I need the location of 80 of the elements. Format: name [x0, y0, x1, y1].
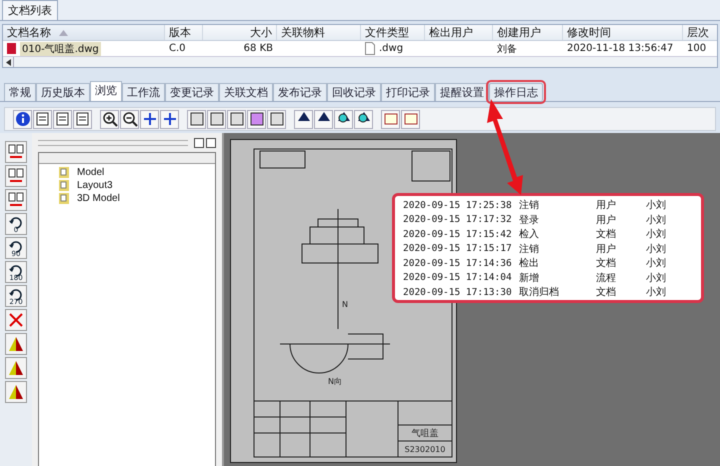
column-header[interactable]: 检出用户 — [425, 25, 493, 40]
compare-icon[interactable] — [5, 141, 27, 163]
log-action: 注销 — [519, 198, 540, 212]
tab[interactable]: 打印记录 — [381, 83, 435, 101]
layout-item[interactable]: Model — [39, 166, 215, 179]
sheet-icon — [59, 167, 69, 178]
log-time: 2020-09-15 17:15:42 — [403, 228, 513, 240]
mirror-icon[interactable] — [5, 333, 27, 355]
log-time: 2020-09-15 17:13:30 — [403, 286, 513, 298]
tab[interactable]: 浏览 — [90, 81, 122, 101]
tab[interactable]: 操作日志 — [489, 83, 543, 101]
tab[interactable]: 提醒设置 — [435, 83, 489, 101]
log-user: 小刘 — [646, 242, 667, 256]
file-icon — [7, 43, 16, 54]
log-object: 用户 — [596, 214, 617, 227]
column-header[interactable]: 创建用户 — [493, 25, 563, 40]
tab[interactable]: 发布记录 — [273, 83, 327, 101]
horizontal-scrollbar[interactable] — [3, 56, 717, 67]
tab[interactable]: 历史版本 — [36, 83, 90, 101]
log-action: 注销 — [519, 242, 540, 256]
document-list-tab[interactable]: 文档列表 — [2, 0, 58, 20]
document-icon — [365, 42, 375, 55]
log-action: 检出 — [519, 256, 540, 270]
log-action: 检入 — [519, 228, 540, 242]
column-header[interactable]: 文档名称 — [3, 25, 165, 40]
log-time: 2020-09-15 17:17:32 — [403, 214, 513, 226]
square-icon[interactable] — [207, 110, 226, 128]
table-cell: 68 KB — [244, 43, 273, 54]
scroll-left-icon[interactable] — [6, 58, 10, 66]
sheet-icon — [59, 193, 69, 204]
log-user: 小刘 — [646, 272, 667, 285]
layout-item[interactable]: 3D Model — [39, 192, 215, 205]
compare-icon[interactable] — [5, 165, 27, 187]
mirror-icon[interactable] — [5, 357, 27, 379]
zoom-in-icon[interactable] — [100, 110, 119, 128]
tab[interactable]: 回收记录 — [327, 83, 381, 101]
table-cell: 010-气咀盖.dwg — [20, 42, 101, 56]
tab[interactable]: 变更记录 — [165, 83, 219, 101]
log-user: 小刘 — [646, 214, 667, 227]
log-object: 用户 — [596, 198, 617, 212]
log-time: 2020-09-15 17:14:04 — [403, 272, 513, 284]
tab[interactable]: 常规 — [4, 83, 36, 101]
table-cell: C.0 — [169, 43, 186, 54]
column-header[interactable]: 大小 — [203, 25, 277, 40]
column-header[interactable]: 关联物料 — [277, 25, 361, 40]
cross-icon[interactable] — [5, 309, 27, 331]
tab[interactable]: 关联文档 — [219, 83, 273, 101]
column-header[interactable]: 文件类型 — [361, 25, 425, 40]
log-user: 小刘 — [646, 198, 667, 212]
table-cell: 2020-11-18 13:56:47 — [567, 43, 674, 54]
log-action: 取消归档 — [519, 286, 560, 300]
log-object: 文档 — [596, 228, 617, 242]
minimize-button[interactable] — [206, 138, 216, 148]
table-cell: .dwg — [379, 43, 404, 54]
mirror-icon[interactable] — [5, 381, 27, 403]
table-cell: 100 — [687, 43, 706, 54]
log-action: 登录 — [519, 214, 540, 227]
zoom-out-icon[interactable] — [120, 110, 139, 128]
column-header[interactable]: 版本 — [165, 25, 203, 40]
log-action: 新增 — [519, 272, 540, 285]
column-header[interactable]: 修改时间 — [563, 25, 683, 40]
layout-item[interactable]: Layout3 — [39, 179, 215, 192]
log-time: 2020-09-15 17:14:36 — [403, 258, 513, 269]
restore-button[interactable] — [194, 138, 204, 148]
log-object: 文档 — [596, 286, 617, 300]
table-cell-text: 刘备 — [497, 42, 517, 56]
log-object: 用户 — [596, 242, 617, 256]
info-icon[interactable] — [13, 110, 32, 128]
log-user: 小刘 — [646, 286, 667, 300]
tab[interactable]: 工作流 — [122, 83, 165, 101]
log-user: 小刘 — [646, 228, 667, 242]
log-time: 2020-09-15 17:25:38 — [403, 200, 513, 211]
column-header[interactable]: 层次 — [683, 25, 715, 40]
log-time: 2020-09-15 17:15:17 — [403, 243, 513, 254]
compare-icon[interactable] — [5, 189, 27, 211]
log-object: 文档 — [596, 256, 617, 270]
sheet-icon — [59, 180, 69, 191]
sort-arrow-icon — [59, 30, 68, 36]
log-user: 小刘 — [646, 256, 667, 270]
log-object: 流程 — [596, 272, 617, 285]
